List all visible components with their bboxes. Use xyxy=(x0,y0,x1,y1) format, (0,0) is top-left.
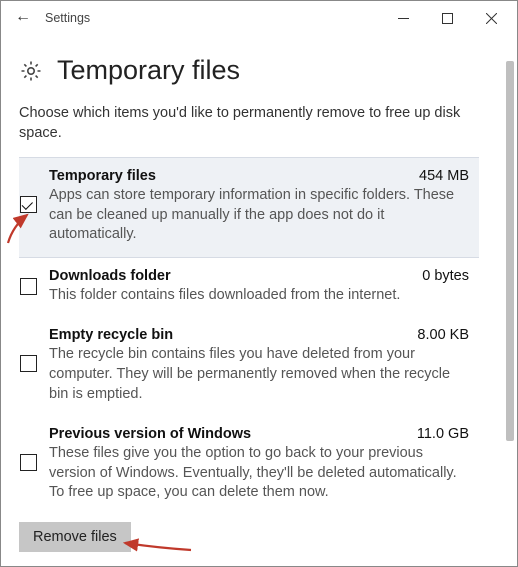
item-name: Previous version of Windows xyxy=(49,426,251,442)
checkbox[interactable] xyxy=(20,355,37,372)
list-item[interactable]: Downloads folder 0 bytes This folder conta… xyxy=(19,258,479,318)
window-title: Settings xyxy=(45,11,90,25)
checkbox[interactable] xyxy=(20,454,37,471)
list-item[interactable]: Temporary files 454 MB Apps can store temp… xyxy=(19,157,479,258)
item-description: Apps can store temporary information in … xyxy=(49,186,469,245)
page-header: Temporary files xyxy=(1,35,517,104)
item-description: This folder contains files downloaded fr… xyxy=(49,286,469,306)
close-button[interactable] xyxy=(469,3,513,33)
item-description: The recycle bin contains files you have … xyxy=(49,345,469,404)
remove-files-button[interactable]: Remove files xyxy=(19,522,131,552)
page-title: Temporary files xyxy=(57,55,240,86)
gear-icon xyxy=(19,59,43,83)
back-button[interactable]: ← xyxy=(15,8,31,26)
item-name: Downloads folder xyxy=(49,268,171,284)
items-list: Temporary files 454 MB Apps can store temp… xyxy=(19,157,499,515)
list-item[interactable]: Empty recycle bin 8.00 KB The recycle bin … xyxy=(19,317,479,416)
scrollbar-thumb[interactable] xyxy=(506,61,514,441)
item-size: 11.0 GB xyxy=(417,426,469,442)
minimize-button[interactable] xyxy=(381,3,425,33)
item-size: 454 MB xyxy=(419,168,469,184)
item-description: These files give you the option to go ba… xyxy=(49,444,469,503)
list-item[interactable]: Previous version of Windows 11.0 GB These … xyxy=(19,416,479,515)
item-size: 0 bytes xyxy=(422,268,469,284)
intro-text: Choose which items you'd like to permane… xyxy=(19,104,499,143)
checkbox[interactable] xyxy=(20,196,37,213)
maximize-button[interactable] xyxy=(425,3,469,33)
titlebar: ← Settings xyxy=(1,1,517,35)
content-area: Choose which items you'd like to permane… xyxy=(1,104,517,567)
checkbox[interactable] xyxy=(20,278,37,295)
item-name: Empty recycle bin xyxy=(49,327,173,343)
item-name: Temporary files xyxy=(49,168,156,184)
scrollbar[interactable] xyxy=(504,61,514,552)
item-size: 8.00 KB xyxy=(417,327,469,343)
